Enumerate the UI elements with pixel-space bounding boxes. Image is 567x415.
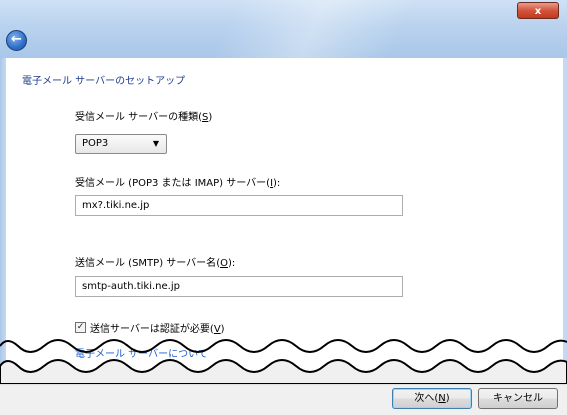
title-bar — [0, 0, 567, 58]
outgoing-server-input[interactable]: smtp-auth.tiki.ne.jp — [75, 276, 403, 297]
outgoing-server-label: 送信メール (SMTP) サーバー名(O): — [75, 258, 236, 269]
incoming-server-label: 受信メール (POP3 または IMAP) サーバー(I): — [75, 178, 281, 189]
page-title: 電子メール サーバーのセットアップ — [22, 76, 186, 87]
incoming-type-select[interactable]: POP3 ▼ — [75, 134, 167, 154]
next-button[interactable]: 次へ(N) — [392, 388, 472, 409]
cancel-button[interactable]: キャンセル — [478, 388, 558, 409]
torn-edge-wave — [0, 339, 567, 384]
chevron-down-icon: ▼ — [152, 139, 159, 148]
incoming-server-input[interactable]: mx?.tiki.ne.jp — [75, 195, 403, 216]
close-button[interactable]: x — [517, 2, 559, 19]
incoming-type-label: 受信メール サーバーの種類(S) — [75, 112, 213, 123]
back-arrow-icon[interactable]: ← — [6, 30, 27, 51]
incoming-type-value: POP3 — [82, 138, 109, 149]
